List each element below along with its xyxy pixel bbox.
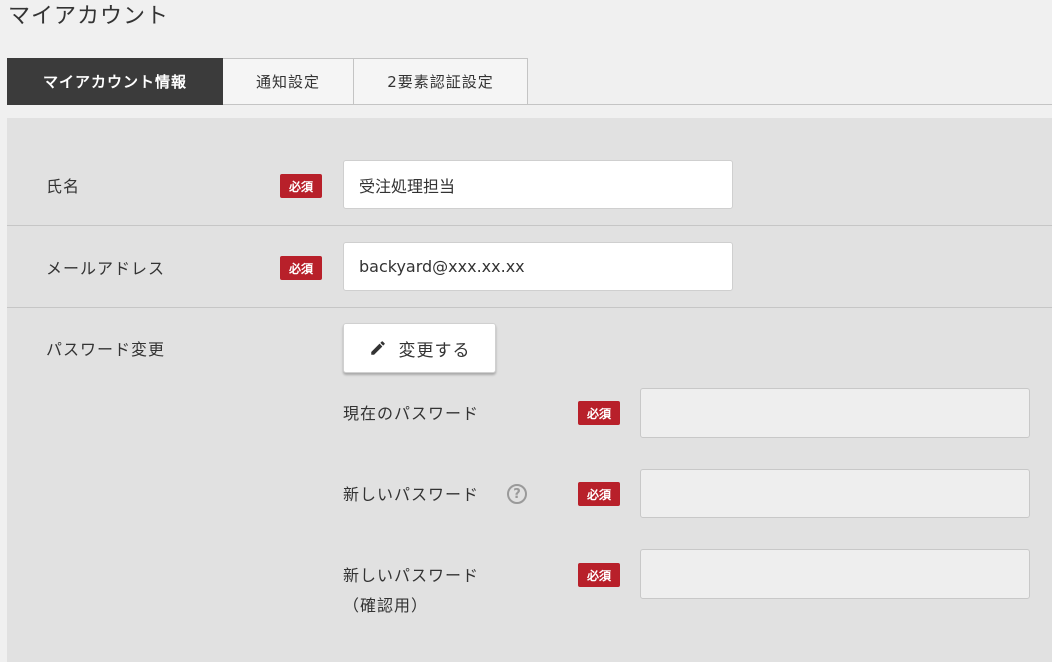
password-change-label: パスワード変更 bbox=[46, 340, 166, 359]
question-circle-icon[interactable]: ? bbox=[507, 484, 527, 504]
tab-notification-settings[interactable]: 通知設定 bbox=[223, 58, 354, 105]
current-password-label: 現在のパスワード bbox=[343, 404, 480, 423]
change-password-button[interactable]: 変更する bbox=[343, 323, 496, 373]
page-title: マイアカウント bbox=[8, 4, 170, 29]
tab-two-factor-settings[interactable]: 2要素認証設定 bbox=[354, 58, 528, 105]
confirm-password-required-badge: 必須 bbox=[578, 563, 620, 587]
confirm-password-label: 新しいパスワード bbox=[343, 566, 480, 585]
row-divider bbox=[7, 225, 1052, 226]
current-password-input[interactable] bbox=[640, 388, 1030, 438]
current-password-required-badge: 必須 bbox=[578, 401, 620, 425]
name-required-badge: 必須 bbox=[280, 174, 322, 198]
new-password-label: 新しいパスワード bbox=[343, 485, 480, 504]
tab-underline bbox=[527, 104, 1052, 105]
new-password-required-badge: 必須 bbox=[578, 482, 620, 506]
email-input[interactable] bbox=[343, 242, 733, 291]
pencil-icon bbox=[369, 339, 387, 357]
tab-bar: マイアカウント情報 通知設定 2要素認証設定 bbox=[7, 58, 528, 105]
change-password-button-label: 変更する bbox=[398, 340, 471, 361]
name-label: 氏名 bbox=[46, 177, 81, 196]
email-required-badge: 必須 bbox=[280, 256, 322, 280]
tab-account-info[interactable]: マイアカウント情報 bbox=[7, 58, 223, 105]
row-divider bbox=[7, 307, 1052, 308]
name-input[interactable] bbox=[343, 160, 733, 209]
confirm-password-label-sub: （確認用） bbox=[343, 596, 429, 615]
new-password-input[interactable] bbox=[640, 469, 1030, 518]
email-label: メールアドレス bbox=[46, 259, 166, 278]
confirm-password-input[interactable] bbox=[640, 549, 1030, 599]
